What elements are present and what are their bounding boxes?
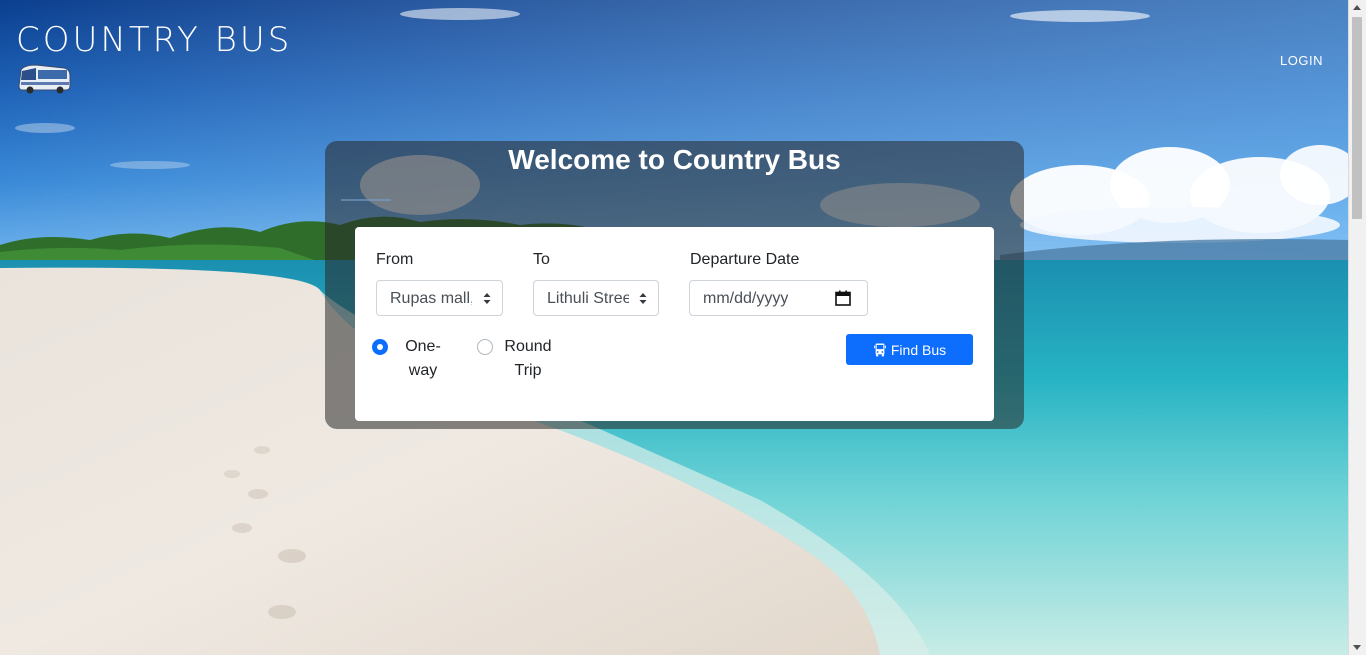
find-bus-button[interactable]: Find Bus	[846, 334, 973, 365]
round-trip-label[interactable]: Round Trip	[503, 335, 553, 383]
scroll-up-icon[interactable]	[1353, 5, 1361, 10]
to-label: To	[533, 251, 550, 268]
search-card: From Rupas mall, To Lithuli Stree Depart…	[355, 227, 994, 421]
to-select-value: Lithuli Stree	[547, 290, 629, 307]
from-select-value: Rupas mall,	[390, 290, 472, 307]
from-select[interactable]: Rupas mall,	[376, 280, 503, 316]
scrollbar[interactable]	[1348, 0, 1366, 655]
brand-title: COUNTRY BUS	[16, 20, 293, 60]
one-way-label[interactable]: One-way	[401, 335, 445, 383]
select-caret-icon	[483, 293, 491, 304]
bus-icon	[874, 342, 886, 356]
login-link[interactable]: LOGIN	[1280, 53, 1323, 68]
select-caret-icon	[639, 293, 647, 304]
divider	[341, 199, 391, 201]
calendar-icon[interactable]	[835, 290, 851, 306]
date-placeholder: mm/dd/yyyy	[703, 290, 789, 307]
to-select[interactable]: Lithuli Stree	[533, 280, 659, 316]
bus-icon	[16, 62, 72, 96]
brand[interactable]: COUNTRY BUS	[16, 20, 292, 96]
panel-title: Welcome to Country Bus	[508, 144, 841, 175]
from-label: From	[376, 251, 414, 268]
page: COUNTRY BUS LOGIN Welcome to Country Bus…	[0, 0, 1366, 655]
find-bus-label: Find Bus	[890, 341, 947, 358]
scrollbar-thumb[interactable]	[1352, 17, 1362, 219]
one-way-radio[interactable]	[372, 339, 388, 355]
departure-date-label: Departure Date	[690, 251, 800, 268]
scroll-down-icon[interactable]	[1353, 645, 1361, 650]
round-trip-radio[interactable]	[477, 339, 493, 355]
departure-date-input[interactable]: mm/dd/yyyy	[689, 280, 868, 316]
